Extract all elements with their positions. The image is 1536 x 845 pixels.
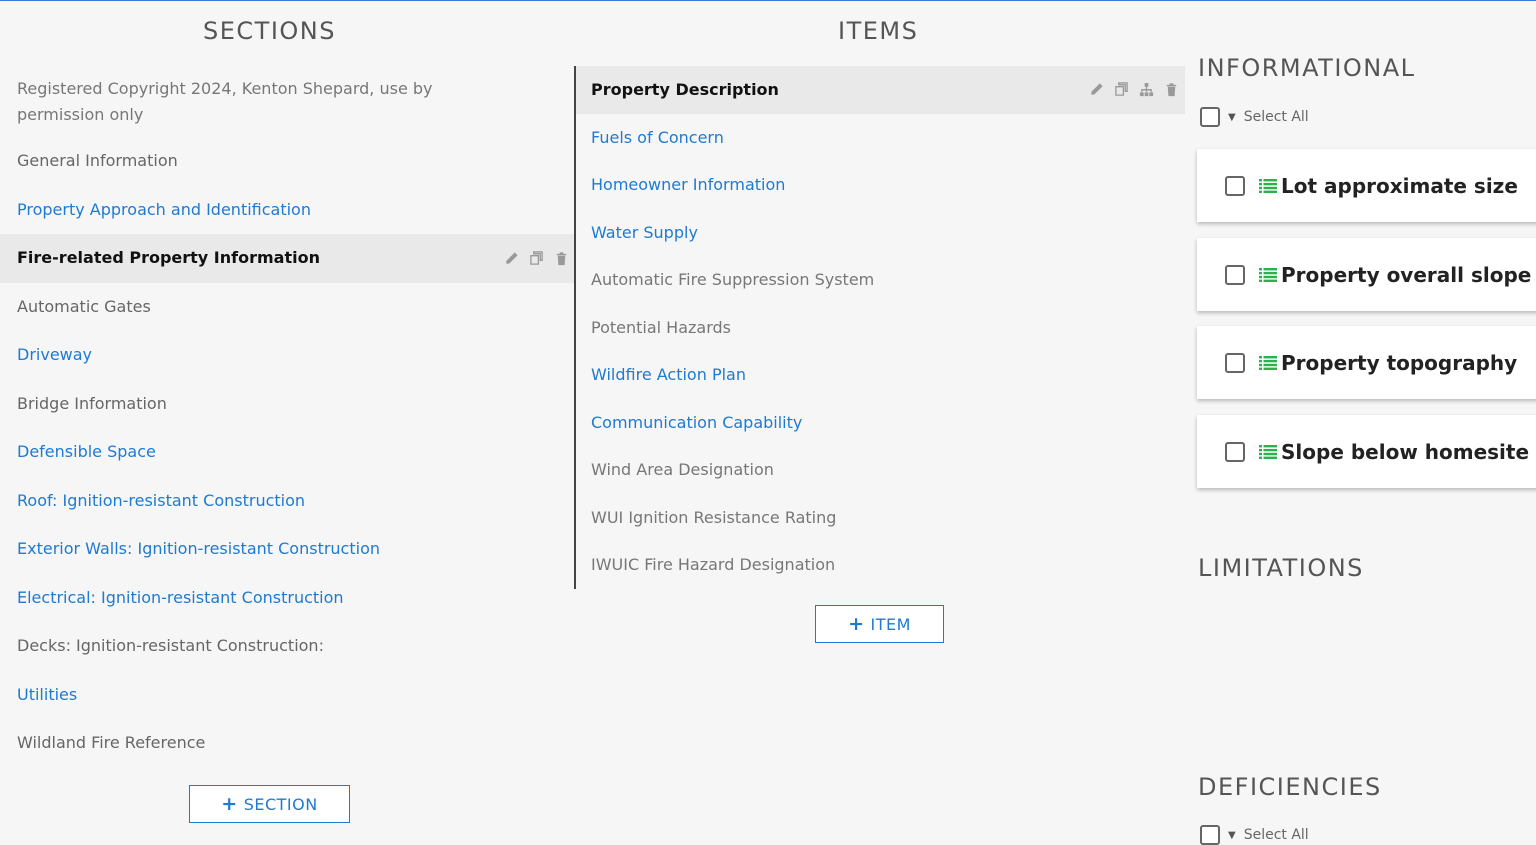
card-checkbox[interactable]: [1225, 264, 1245, 285]
card-title: Property overall slope: [1281, 262, 1532, 287]
section-decks[interactable]: Decks: Ignition-resistant Construction:: [0, 622, 575, 671]
section-row-actions: [504, 234, 569, 283]
deficiencies-heading: DEFICIENCIES: [1198, 773, 1382, 801]
sections-list: Registered Copyright 2024, Kenton Shepar…: [0, 65, 575, 768]
edit-pencil-icon[interactable]: [1089, 82, 1104, 97]
edit-pencil-icon[interactable]: [504, 251, 519, 266]
trash-icon[interactable]: [554, 251, 569, 266]
card-checkbox[interactable]: [1225, 352, 1245, 373]
hierarchy-icon[interactable]: [1139, 82, 1154, 97]
info-card-lot-approximate-size[interactable]: Lot approximate size: [1197, 149, 1536, 222]
plus-icon: +: [848, 613, 865, 635]
section-label: Fire-related Property Information: [17, 248, 320, 268]
list-icon: [1259, 267, 1277, 282]
section-exterior-walls[interactable]: Exterior Walls: Ignition-resistant Const…: [0, 525, 575, 574]
section-copyright-notice: Registered Copyright 2024, Kenton Shepar…: [17, 79, 433, 124]
section-fire-related-property-information[interactable]: Fire-related Property Information: [0, 234, 575, 283]
duplicate-icon[interactable]: [1114, 82, 1129, 97]
item-fuels-of-concern[interactable]: Fuels of Concern: [576, 114, 1185, 162]
item-iwuic-fire-hazard-designation[interactable]: IWUIC Fire Hazard Designation: [576, 541, 1185, 589]
caret-down-icon[interactable]: ▼: [1228, 830, 1236, 841]
card-checkbox[interactable]: [1225, 175, 1245, 196]
items-list: Property Description Fuels of Concern Ho…: [576, 66, 1185, 589]
section-wildland-fire-reference[interactable]: Wildland Fire Reference: [0, 719, 575, 768]
card-title: Slope below homesite: [1281, 439, 1530, 464]
section-electrical[interactable]: Electrical: Ignition-resistant Construct…: [0, 574, 575, 623]
add-item-button[interactable]: + ITEM: [815, 605, 944, 643]
add-section-button[interactable]: + SECTION: [189, 785, 350, 823]
select-all-checkbox[interactable]: [1200, 825, 1220, 845]
items-heading: ITEMS: [838, 17, 919, 45]
list-icon: [1259, 444, 1277, 459]
trash-icon[interactable]: [1164, 82, 1179, 97]
item-wui-ignition-resistance-rating[interactable]: WUI Ignition Resistance Rating: [576, 494, 1185, 542]
informational-select-all[interactable]: ▼ Select All: [1200, 107, 1309, 127]
item-automatic-fire-suppression[interactable]: Automatic Fire Suppression System: [576, 256, 1185, 304]
section-roof[interactable]: Roof: Ignition-resistant Construction: [0, 477, 575, 526]
select-all-checkbox[interactable]: [1200, 107, 1220, 127]
card-title: Lot approximate size: [1281, 173, 1518, 198]
limitations-heading: LIMITATIONS: [1198, 554, 1364, 582]
info-card-property-topography[interactable]: Property topography: [1197, 326, 1536, 399]
section-utilities[interactable]: Utilities: [0, 671, 575, 720]
list-icon: [1259, 355, 1277, 370]
section-defensible-space[interactable]: Defensible Space: [0, 428, 575, 477]
item-row-actions: [1089, 66, 1179, 114]
item-homeowner-information[interactable]: Homeowner Information: [576, 161, 1185, 209]
section-general-information[interactable]: General Information: [0, 137, 575, 186]
item-wildfire-action-plan[interactable]: Wildfire Action Plan: [576, 351, 1185, 399]
caret-down-icon[interactable]: ▼: [1228, 112, 1236, 123]
duplicate-icon[interactable]: [529, 251, 544, 266]
sections-heading: SECTIONS: [203, 17, 336, 45]
list-icon: [1259, 178, 1277, 193]
deficiencies-select-all[interactable]: ▼ Select All: [1200, 825, 1309, 845]
item-water-supply[interactable]: Water Supply: [576, 209, 1185, 257]
add-item-label: ITEM: [870, 614, 911, 634]
item-potential-hazards[interactable]: Potential Hazards: [576, 304, 1185, 352]
card-title: Property topography: [1281, 350, 1518, 375]
info-card-property-overall-slope[interactable]: Property overall slope: [1197, 238, 1536, 311]
select-all-label: Select All: [1243, 827, 1309, 843]
item-wind-area-designation[interactable]: Wind Area Designation: [576, 446, 1185, 494]
card-checkbox[interactable]: [1225, 441, 1245, 462]
item-property-description[interactable]: Property Description: [576, 66, 1185, 114]
item-communication-capability[interactable]: Communication Capability: [576, 399, 1185, 447]
add-section-label: SECTION: [243, 794, 318, 814]
informational-heading: INFORMATIONAL: [1198, 54, 1416, 82]
section-driveway[interactable]: Driveway: [0, 331, 575, 380]
section-bridge-information[interactable]: Bridge Information: [0, 380, 575, 429]
item-label: Property Description: [591, 80, 779, 100]
info-card-slope-below-homesite[interactable]: Slope below homesite: [1197, 415, 1536, 488]
select-all-label: Select All: [1243, 109, 1309, 125]
section-property-approach[interactable]: Property Approach and Identification: [0, 186, 575, 235]
section-automatic-gates[interactable]: Automatic Gates: [0, 283, 575, 332]
plus-icon: +: [221, 793, 238, 815]
